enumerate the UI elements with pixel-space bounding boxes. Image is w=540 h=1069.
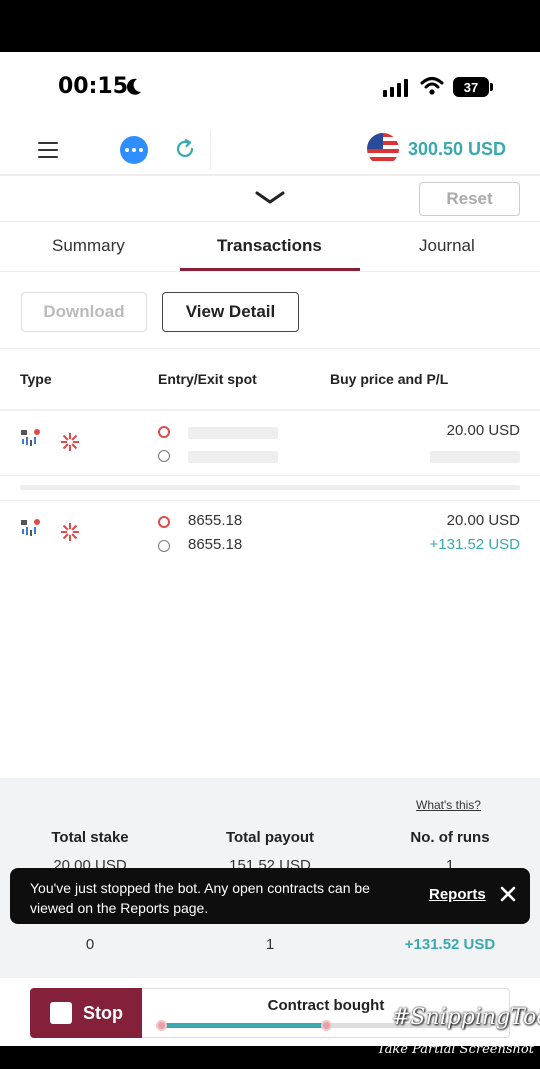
tab-summary[interactable]: Summary <box>52 236 125 256</box>
download-button[interactable]: Download <box>21 292 147 332</box>
total-payout-label: Total payout <box>225 829 315 846</box>
header-divider <box>210 130 211 170</box>
entry-spot-marker <box>158 426 170 438</box>
battery-tip <box>490 83 493 91</box>
total-profit-loss-value: +131.52 USD <box>404 936 496 953</box>
table-row[interactable]: 8655.18 8655.18 20.00 USD +131.52 USD <box>0 504 540 566</box>
battery-level: 37 <box>463 79 479 95</box>
column-header-buy-price: Buy price and P/L <box>330 371 449 387</box>
run-panel-toggle-bar: Reset <box>0 174 540 222</box>
status-time: 00:15 <box>58 74 129 99</box>
profit-loss-placeholder <box>430 451 520 463</box>
chat-icon[interactable] <box>120 136 148 164</box>
tab-transactions[interactable]: Transactions <box>217 236 322 256</box>
entry-spot-placeholder <box>188 427 278 439</box>
entry-spot-marker <box>158 516 170 528</box>
run-progress-fill <box>162 1023 327 1028</box>
toast-message: You've just stopped the bot. Any open co… <box>30 880 370 916</box>
whats-this-link[interactable]: What's this? <box>416 798 481 812</box>
column-header-entry-exit-spot: Entry/Exit spot <box>158 371 257 387</box>
buy-price: 20.00 USD <box>446 512 520 529</box>
tick-chart-icon <box>21 519 40 536</box>
stop-button[interactable]: Stop <box>30 988 142 1038</box>
chevron-down-icon[interactable] <box>254 189 286 207</box>
transactions-table-header: Type Entry/Exit spot Buy price and P/L <box>0 349 540 411</box>
stop-label: Stop <box>83 1002 123 1023</box>
column-header-type: Type <box>20 371 52 387</box>
buy-price: 20.00 USD <box>446 422 520 439</box>
progress-step-start <box>156 1020 167 1031</box>
reset-button[interactable]: Reset <box>419 182 520 216</box>
app-screen: 00:15 37 300.50 USD Reset Summary Transa… <box>0 52 540 1046</box>
profit-loss: +131.52 USD <box>429 536 520 553</box>
close-icon[interactable] <box>499 885 517 903</box>
exit-spot-placeholder <box>188 451 278 463</box>
reports-link[interactable]: Reports <box>429 886 486 903</box>
transaction-actions: Download View Detail <box>0 274 540 349</box>
watermark-title: #SnippingTool <box>392 1005 540 1030</box>
stop-icon <box>50 1002 72 1024</box>
contracts-lost-value: 0 <box>85 936 95 953</box>
hamburger-menu-icon[interactable] <box>38 142 58 158</box>
bot-stopped-toast: You've just stopped the bot. Any open co… <box>10 868 530 924</box>
table-row[interactable]: 20.00 USD <box>0 414 540 476</box>
tab-bar: Summary Transactions Journal <box>0 224 540 272</box>
entry-spot: 8655.18 <box>188 512 243 529</box>
status-bar: 00:15 37 <box>0 52 540 124</box>
contracts-won-value: 1 <box>265 936 275 953</box>
total-stake-label: Total stake <box>51 829 129 846</box>
active-tab-indicator <box>180 268 360 271</box>
progress-step-current <box>321 1020 332 1031</box>
wifi-icon <box>420 77 444 95</box>
refresh-icon[interactable] <box>174 138 196 160</box>
signal-icon <box>383 79 408 97</box>
accumulator-icon <box>61 523 79 541</box>
exit-spot-marker <box>158 540 170 552</box>
tick-chart-icon <box>21 429 40 446</box>
view-detail-button[interactable]: View Detail <box>162 292 299 332</box>
app-header: 300.50 USD <box>0 124 540 176</box>
exit-spot: 8655.18 <box>188 536 243 553</box>
exit-spot-marker <box>158 450 170 462</box>
moon-icon <box>126 78 141 95</box>
battery-icon: 37 <box>453 77 489 97</box>
watermark-subtitle: Take Partial Screenshot <box>377 1042 534 1057</box>
account-balance[interactable]: 300.50 USD <box>408 139 506 160</box>
row-loading-bar <box>20 485 520 490</box>
runs-label: No. of runs <box>410 829 490 846</box>
us-flag-icon[interactable] <box>367 133 399 165</box>
row-divider <box>0 500 540 501</box>
accumulator-icon <box>61 433 79 451</box>
tab-journal[interactable]: Journal <box>419 236 475 256</box>
